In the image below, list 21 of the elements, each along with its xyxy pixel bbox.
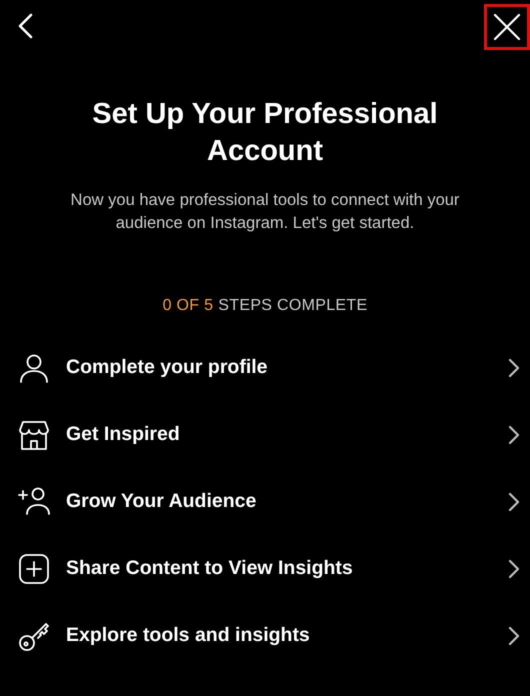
steps-count: 0 OF 5 xyxy=(162,297,214,315)
chevron-icon xyxy=(508,358,520,378)
step-item[interactable]: Share Content to View Insights xyxy=(0,535,530,602)
step-item[interactable]: Explore tools and insights xyxy=(0,602,530,669)
plus-square-icon xyxy=(18,552,50,584)
step-item[interactable]: Get Inspired xyxy=(0,401,530,468)
close-button[interactable] xyxy=(484,4,530,50)
shop-icon xyxy=(18,418,50,450)
back-icon xyxy=(16,12,34,40)
chevron-icon xyxy=(508,424,520,444)
page-description: Now you have professional tools to connect with your audience on Instagram. Let's get started. xyxy=(70,190,460,234)
close-icon xyxy=(492,12,522,42)
chevron-icon xyxy=(508,492,520,512)
add-person-icon xyxy=(18,486,50,518)
steps-label: STEPS COMPLETE xyxy=(218,297,368,315)
page-title: Set Up Your Professional Account xyxy=(91,97,439,169)
step-item[interactable]: Grow Your Audience xyxy=(0,468,530,535)
chevron-icon xyxy=(508,626,520,646)
person-icon xyxy=(18,352,50,384)
chevron-icon xyxy=(508,558,520,578)
step-item[interactable]: Complete your profile xyxy=(0,334,530,401)
